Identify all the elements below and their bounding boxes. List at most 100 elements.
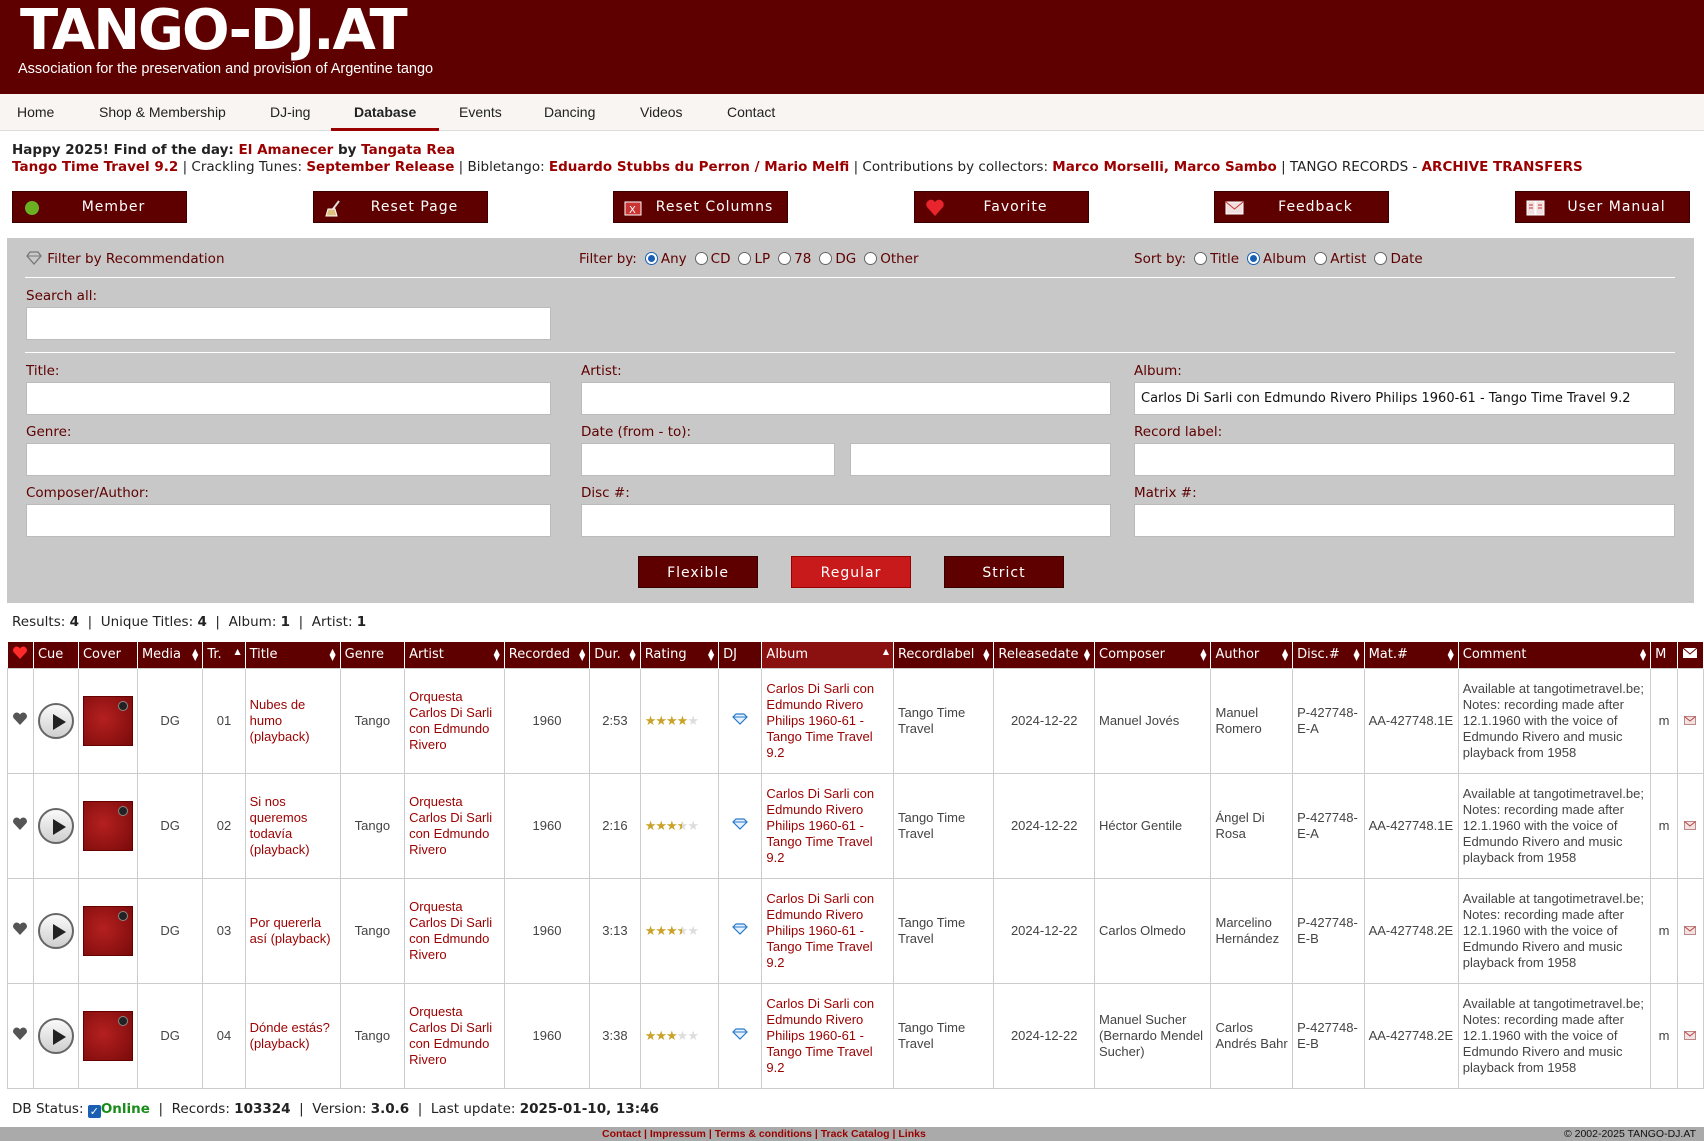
mail-icon[interactable]	[1684, 923, 1697, 938]
sort-option[interactable]: Title	[1186, 251, 1239, 267]
nav-videos[interactable]: Videos	[640, 94, 683, 131]
news-link-archive[interactable]: ARCHIVE TRANSFERS	[1422, 159, 1583, 175]
column-header-recordlabel[interactable]: Recordlabel ▲ ▼	[893, 642, 995, 668]
footer-link[interactable]: Track Catalog	[821, 1128, 890, 1140]
media-radio[interactable]	[694, 252, 708, 265]
mail-icon[interactable]	[1684, 818, 1697, 833]
album-cell[interactable]: Carlos Di Sarli con Edmundo Rivero Phili…	[761, 982, 894, 1089]
strict-button[interactable]: Strict	[944, 556, 1064, 588]
flexible-button[interactable]: Flexible	[638, 556, 758, 588]
reset-columns-button[interactable]: X Reset Columns	[613, 191, 788, 223]
heart-icon[interactable]	[12, 817, 28, 834]
column-header-recorded[interactable]: Recorded ▲ ▼	[504, 642, 591, 668]
artist-cell[interactable]: Orquesta Carlos Di Sarli con Edmundo Riv…	[404, 877, 505, 984]
sort-option[interactable]: Date	[1366, 251, 1423, 267]
mail-cell[interactable]	[1676, 667, 1704, 774]
footer-link[interactable]: Contact	[602, 1128, 641, 1140]
online-checkbox[interactable]: ✓	[87, 1105, 101, 1118]
favorite-cell[interactable]	[7, 772, 34, 879]
date-to-input[interactable]	[850, 443, 1111, 476]
table-row[interactable]: DG 04 Dónde estás? (playback) Tango Orquesta…	[7, 982, 1704, 1089]
news-link-melfi[interactable]: Mario Melfi	[764, 159, 849, 175]
mail-cell[interactable]	[1676, 772, 1704, 879]
favorite-button[interactable]: Favorite	[914, 191, 1089, 223]
cue-cell[interactable]	[32, 667, 79, 774]
sort-radio[interactable]	[1314, 252, 1328, 265]
media-radio[interactable]	[864, 252, 878, 265]
matrix-input[interactable]	[1134, 504, 1675, 537]
nav-home[interactable]: Home	[17, 94, 54, 131]
cover-cell[interactable]	[77, 772, 138, 879]
sort-radio[interactable]	[1374, 252, 1388, 265]
media-radio[interactable]	[738, 252, 752, 265]
nav-events[interactable]: Events	[459, 94, 502, 131]
play-icon[interactable]	[37, 1017, 74, 1054]
media-option[interactable]: Any	[637, 251, 687, 267]
nav-contact[interactable]: Contact	[727, 94, 775, 131]
mail-column-header[interactable]	[1677, 642, 1704, 668]
album-cell[interactable]: Carlos Di Sarli con Edmundo Rivero Phili…	[761, 877, 894, 984]
album-cover[interactable]	[82, 1010, 133, 1061]
sort-option[interactable]: Artist	[1306, 251, 1366, 267]
cue-cell[interactable]	[32, 772, 79, 879]
favorite-cell[interactable]	[7, 877, 34, 984]
column-header-dur[interactable]: Dur. ▲ ▼	[589, 642, 641, 668]
column-header-composer[interactable]: Composer ▲ ▼	[1094, 642, 1212, 668]
media-radio[interactable]	[778, 252, 792, 265]
column-header-tr[interactable]: Tr. ▲	[202, 642, 246, 668]
media-option[interactable]: Other	[856, 251, 919, 267]
heart-icon[interactable]	[12, 922, 28, 939]
album-cover[interactable]	[82, 800, 133, 851]
feedback-button[interactable]: Feedback	[1214, 191, 1389, 223]
user-manual-button[interactable]: User Manual	[1515, 191, 1690, 223]
disc-input[interactable]	[581, 504, 1111, 537]
table-row[interactable]: DG 01 Nubes de humo (playback) Tango Orquest…	[7, 667, 1704, 774]
nav-dancing[interactable]: Dancing	[544, 94, 595, 131]
news-find-artist[interactable]: Tangata Rea	[361, 142, 455, 158]
news-link-esdp[interactable]: Eduardo Stubbs du Perron	[549, 159, 750, 175]
mail-cell[interactable]	[1676, 982, 1704, 1089]
table-row[interactable]: DG 03 Por quererla así (playback) Tango Orqu…	[7, 877, 1704, 984]
record-label-input[interactable]	[1134, 443, 1675, 476]
title-cell[interactable]: Por quererla así (playback)	[244, 877, 341, 984]
favorite-cell[interactable]	[7, 667, 34, 774]
column-header-comment[interactable]: Comment ▲ ▼	[1458, 642, 1652, 668]
composer-input[interactable]	[26, 504, 551, 537]
album-input[interactable]: Carlos Di Sarli con Edmundo Rivero Phili…	[1134, 382, 1675, 415]
media-option[interactable]: CD	[687, 251, 730, 267]
cover-cell[interactable]	[77, 982, 138, 1089]
news-link-ttt[interactable]: Tango Time Travel 9.2	[12, 159, 178, 175]
album-cover[interactable]	[82, 905, 133, 956]
cue-cell[interactable]	[32, 982, 79, 1089]
sort-radio[interactable]	[1247, 252, 1261, 265]
column-header-album[interactable]: Album ▲	[761, 642, 894, 668]
nav-shop[interactable]: Shop & Membership	[99, 94, 226, 131]
member-button[interactable]: Member	[12, 191, 187, 223]
album-cell[interactable]: Carlos Di Sarli con Edmundo Rivero Phili…	[761, 772, 894, 879]
site-logo[interactable]: TANGO-DJ.AT	[20, 2, 408, 60]
column-header-cover[interactable]: Cover	[78, 642, 138, 668]
favorite-cell[interactable]	[7, 982, 34, 1089]
media-radio[interactable]	[819, 252, 833, 265]
column-header-author[interactable]: Author ▲ ▼	[1210, 642, 1294, 668]
sort-option[interactable]: Album	[1239, 251, 1306, 267]
news-find-title[interactable]: El Amanecer	[239, 142, 334, 158]
nav-djing[interactable]: DJ-ing	[270, 94, 310, 131]
cover-cell[interactable]	[77, 877, 138, 984]
column-header-genre[interactable]: Genre	[340, 642, 406, 668]
column-header-mat[interactable]: Mat.# ▲ ▼	[1364, 642, 1459, 668]
heart-icon[interactable]	[12, 712, 28, 729]
column-header-dj[interactable]: DJ	[718, 642, 763, 668]
column-header-cue[interactable]: Cue	[33, 642, 79, 668]
news-link-morselli[interactable]: Marco Morselli	[1052, 159, 1164, 175]
title-cell[interactable]: Dónde estás? (playback)	[244, 982, 341, 1089]
recommendation-filter[interactable]: Filter by Recommendation	[25, 251, 225, 267]
date-from-input[interactable]	[581, 443, 835, 476]
title-cell[interactable]: Nubes de humo (playback)	[244, 667, 341, 774]
regular-button[interactable]: Regular	[791, 556, 911, 588]
artist-input[interactable]	[581, 382, 1111, 415]
mail-cell[interactable]	[1676, 877, 1704, 984]
column-header-media[interactable]: Media ▲ ▼	[137, 642, 204, 668]
footer-link[interactable]: Impressum	[650, 1128, 706, 1140]
column-header-artist[interactable]: Artist ▲ ▼	[404, 642, 505, 668]
